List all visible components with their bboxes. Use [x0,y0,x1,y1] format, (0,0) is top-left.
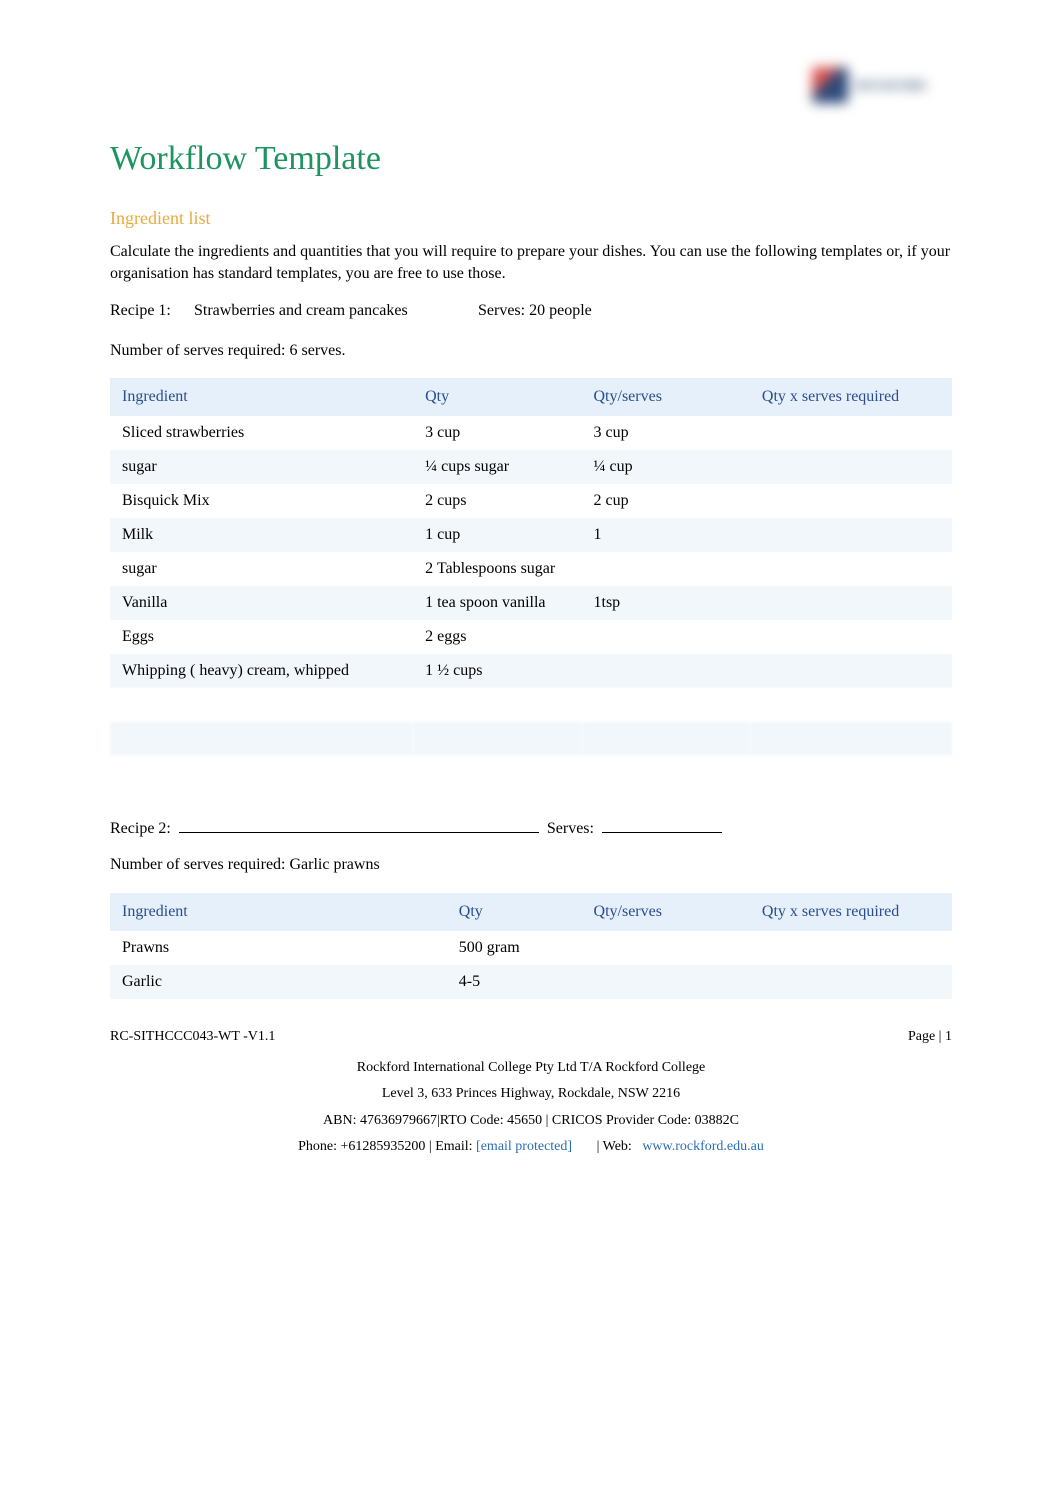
table-header-row: Ingredient Qty Qty/serves Qty x serves r… [110,893,952,931]
footer-code-row: RC-SITHCCC043-WT -V1.1 Page | 1 [110,1029,952,1045]
page-title: Workflow Template [110,140,952,178]
cell-qty: 1 cup [413,518,581,552]
cell-ingredient: Bisquick Mix [110,484,413,518]
recipe2-numserves-value: Garlic prawns [290,856,380,873]
doc-code: RC-SITHCCC043-WT -V1.1 [110,1029,275,1045]
th-qtyserves: Qty/serves [582,378,750,416]
cell-req [750,931,952,965]
cell-ingredient: Vanilla [110,586,413,620]
cell-qtyserves [582,931,750,965]
table-row: sugar2 Tablespoons sugar [110,552,952,586]
footer-line2: Level 3, 633 Princes Highway, Rockdale, … [110,1081,952,1108]
recipe2-line: Recipe 2: Serves: [110,820,952,838]
table-row-blank [110,756,952,790]
recipe2-table: Ingredient Qty Qty/serves Qty x serves r… [110,893,952,999]
footer-email-link[interactable]: [email protected] [476,1139,572,1154]
table-row: sugar¼ cups sugar¼ cup [110,450,952,484]
cell-ingredient: Whipping ( heavy) cream, whipped [110,654,413,688]
th-qtyserves: Qty/serves [582,893,750,931]
cell-req [750,965,952,999]
table-header-row: Ingredient Qty Qty/serves Qty x serves r… [110,378,952,416]
recipe1-table: Ingredient Qty Qty/serves Qty x serves r… [110,378,952,790]
recipe2-numserves: Number of serves required: Garlic prawns [110,854,952,876]
table-row: Eggs2 eggs [110,620,952,654]
cell-qtyserves [582,965,750,999]
cell-ingredient: sugar [110,552,413,586]
recipe1-numserves-label: Number of serves required: [110,342,286,359]
logo-mark-icon [812,67,848,103]
recipe1-serves-value: 20 people [529,302,592,319]
cell-qtyserves [582,620,750,654]
recipe1-numserves: Number of serves required: 6 serves. [110,340,952,362]
cell-qty: ¼ cups sugar [413,450,581,484]
cell-ingredient: sugar [110,450,413,484]
footer-line4: Phone: +61285935200 | Email: [email prot… [110,1134,952,1161]
th-qty: Qty [413,378,581,416]
table-row: Bisquick Mix2 cups2 cup [110,484,952,518]
cell-req [750,518,952,552]
cell-ingredient: Eggs [110,620,413,654]
cell-qty: 2 cups [413,484,581,518]
table-row-blank [110,688,952,722]
footer-web-link[interactable]: www.rockford.edu.au [642,1139,764,1154]
cell-ingredient: Prawns [110,931,447,965]
cell-req [750,586,952,620]
cell-qty: 4-5 [447,965,582,999]
footer-web-sep: | Web: [597,1139,632,1154]
th-qty: Qty [447,893,582,931]
table-row: Sliced strawberries3 cup3 cup [110,416,952,450]
recipe2-numserves-label: Number of serves required: [110,856,286,873]
cell-req [750,450,952,484]
th-ingredient: Ingredient [110,893,447,931]
cell-qtyserves: 2 cup [582,484,750,518]
recipe1-numserves-value: 6 serves. [290,342,346,359]
cell-qtyserves [582,654,750,688]
table-row: Vanilla1 tea spoon vanilla1tsp [110,586,952,620]
cell-req [750,654,952,688]
table-row-blank [110,722,952,756]
cell-qty: 1 tea spoon vanilla [413,586,581,620]
recipe1-label: Recipe 1: [110,302,190,320]
page-number: Page | 1 [908,1029,952,1045]
cell-qty: 2 eggs [413,620,581,654]
intro-text: Calculate the ingredients and quantities… [110,241,952,286]
th-ingredient: Ingredient [110,378,413,416]
table-row: Garlic4-5 [110,965,952,999]
cell-qty: 2 Tablespoons sugar [413,552,581,586]
cell-qty: 500 gram [447,931,582,965]
footer-line1: Rockford International College Pty Ltd T… [110,1055,952,1082]
cell-req [750,416,952,450]
cell-ingredient: Sliced strawberries [110,416,413,450]
table-row: Whipping ( heavy) cream, whipped1 ½ cups [110,654,952,688]
cell-qtyserves [582,552,750,586]
recipe1-line: Recipe 1: Strawberries and cream pancake… [110,302,952,320]
table-row: Milk1 cup1 [110,518,952,552]
cell-qty: 1 ½ cups [413,654,581,688]
footer: Rockford International College Pty Ltd T… [110,1055,952,1161]
logo-text: ROCKFORD [856,78,926,93]
cell-ingredient: Garlic [110,965,447,999]
cell-req [750,484,952,518]
cell-qty: 3 cup [413,416,581,450]
cell-qtyserves: 3 cup [582,416,750,450]
th-qtyreq: Qty x serves required [750,893,952,931]
recipe2-name-blank [179,832,539,833]
cell-req [750,620,952,654]
recipe1-name: Strawberries and cream pancakes [194,302,474,320]
footer-phone: Phone: +61285935200 | Email: [298,1139,472,1154]
table-row: Prawns500 gram [110,931,952,965]
recipe2-label: Recipe 2: [110,820,171,837]
cell-qtyserves: ¼ cup [582,450,750,484]
recipe1-serves-label: Serves: [478,302,525,320]
cell-qtyserves: 1 [582,518,750,552]
cell-ingredient: Milk [110,518,413,552]
cell-req [750,552,952,586]
recipe2-serves-blank [602,832,722,833]
footer-line3: ABN: 47636979667|RTO Code: 45650 | CRICO… [110,1108,952,1135]
th-qtyreq: Qty x serves required [750,378,952,416]
section-heading-ingredients: Ingredient list [110,208,952,229]
cell-qtyserves: 1tsp [582,586,750,620]
recipe2-serves-label: Serves: [547,820,594,837]
logo: ROCKFORD [812,60,952,110]
